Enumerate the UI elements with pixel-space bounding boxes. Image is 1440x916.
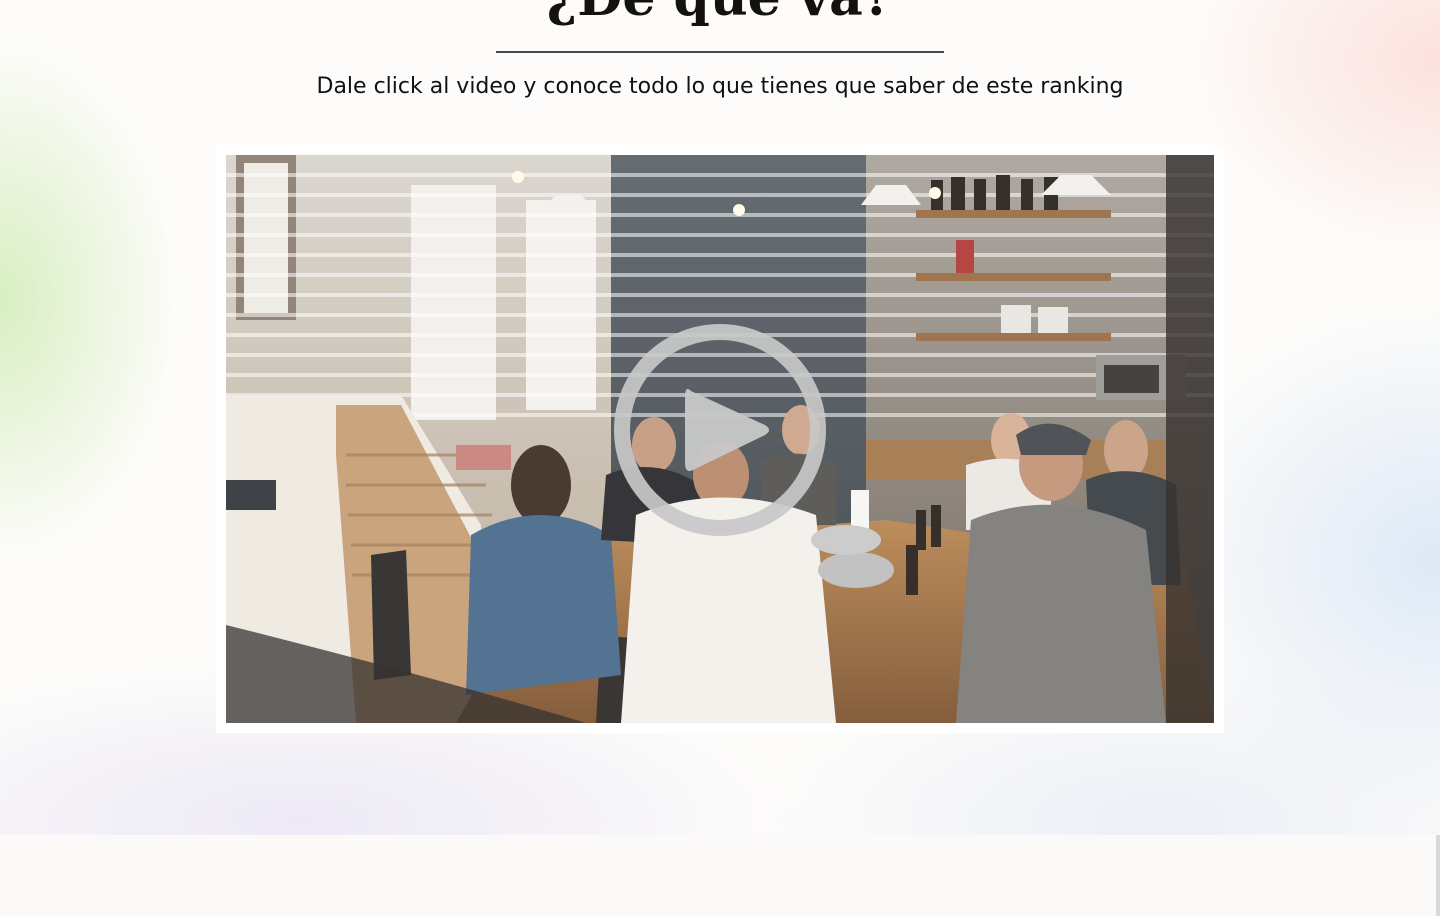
play-circle-icon[interactable]: [611, 321, 829, 539]
video-section: ¿De qué va? Dale click al video y conoce…: [0, 0, 1440, 835]
video-player[interactable]: [226, 155, 1214, 723]
scrollbar[interactable]: [1436, 835, 1440, 916]
video-frame: [216, 145, 1224, 733]
page-footer-area: [0, 835, 1440, 916]
title-divider: [496, 51, 944, 53]
section-subtitle: Dale click al video y conoce todo lo que…: [316, 74, 1124, 99]
section-title: ¿De qué va?: [0, 0, 1440, 28]
